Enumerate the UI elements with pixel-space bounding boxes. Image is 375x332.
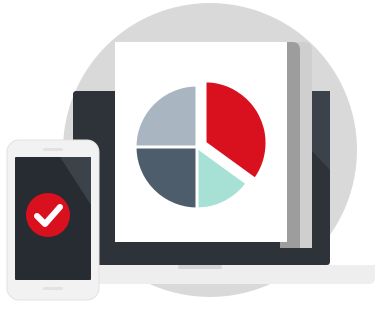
check-circle-icon <box>26 193 70 237</box>
phone-speaker <box>43 148 63 151</box>
check-circle-badge <box>26 193 70 237</box>
laptop-trackpad-notch <box>178 265 222 269</box>
report-document <box>115 42 312 248</box>
smartphone <box>6 139 100 301</box>
illustration-svg <box>6 3 375 301</box>
illustration-scene <box>0 0 375 332</box>
phone-home-bar <box>43 287 63 290</box>
